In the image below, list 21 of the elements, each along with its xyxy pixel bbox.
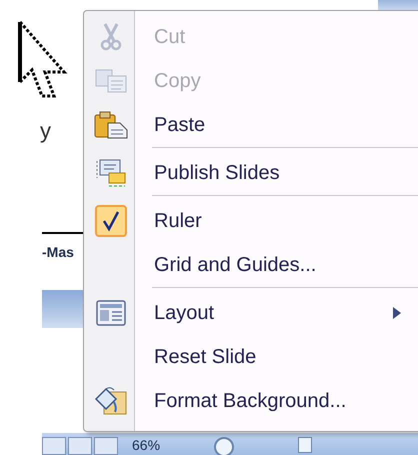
paint-bucket-icon (94, 386, 128, 416)
pointer-icon (18, 20, 68, 100)
window-edge (378, 0, 418, 10)
slides-icon (95, 158, 127, 188)
menu-item[interactable]: Format Background... (86, 379, 418, 423)
document-text: y (40, 118, 51, 144)
layout-icon (96, 300, 126, 326)
menu-item[interactable]: Reset Slide (86, 335, 418, 379)
view-button[interactable] (42, 437, 66, 455)
copy-icon (95, 69, 127, 93)
view-button[interactable] (94, 437, 118, 455)
view-button[interactable] (68, 437, 92, 455)
clipboard-icon (94, 111, 128, 139)
menu-item[interactable]: Paste (86, 103, 418, 147)
scissors-icon (100, 23, 122, 51)
zoom-level: 66% (132, 437, 160, 453)
menu-item[interactable]: Grid and Guides... (86, 243, 418, 287)
menu-item[interactable]: Ruler (86, 199, 418, 243)
menu-item[interactable]: Layout (86, 291, 418, 335)
menu-item[interactable]: Publish Slides (86, 151, 418, 195)
heading-text: -Mas (42, 244, 74, 260)
